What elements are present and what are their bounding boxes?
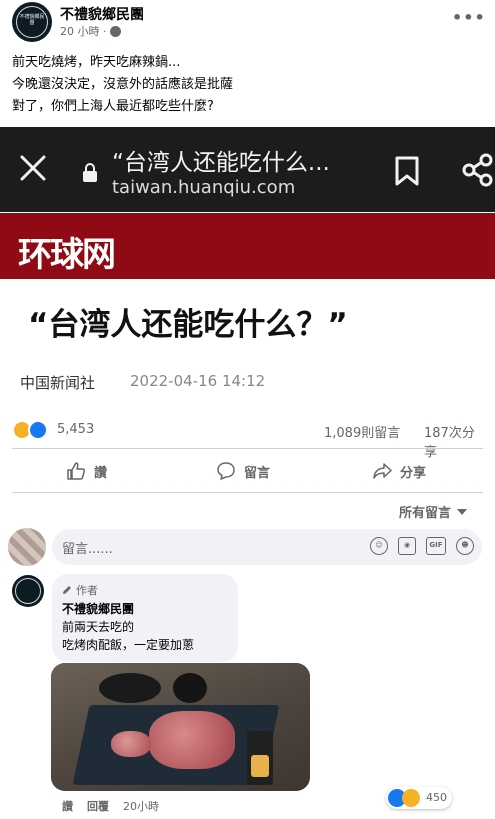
post-line: 對了，你們上海人最近都吃些什麼?: [12, 99, 214, 114]
comment-button-label: 留言: [244, 465, 271, 481]
comment-reply-link[interactable]: 回覆: [87, 798, 109, 814]
chevron-down-icon: [457, 508, 468, 515]
photo-pot: [173, 673, 207, 703]
shared-screenshot-image[interactable]: “台湾人还能吃什么... taiwan.huanqiu.com 环球网 “台湾人…: [0, 127, 495, 409]
page-name[interactable]: 不禮貌鄉民團: [60, 4, 144, 24]
share-button[interactable]: 分享: [372, 454, 426, 488]
pencil-icon: [63, 586, 71, 594]
brand-logo: 环球网: [18, 235, 116, 275]
photo-meat: [111, 731, 151, 757]
comment-time[interactable]: 20小時: [123, 798, 159, 814]
author-badge: 作者: [62, 582, 98, 598]
divider: [12, 448, 483, 449]
composer-tools: ☺ ◉ GIF ☻: [370, 537, 474, 555]
photo-bowl: [99, 673, 161, 703]
share-icon: [462, 153, 493, 187]
reaction-count[interactable]: 5,453: [57, 422, 94, 437]
avatar-blur: [8, 528, 46, 566]
comment-bubble: 作者 不禮貌鄉民團 前兩天去吃的 吃烤肉配飯，一定要加蔥: [52, 574, 238, 662]
comment-reaction-count: 450: [426, 791, 447, 804]
divider: [12, 492, 483, 493]
reactions-row: 5,453 1,089則留言 187次分享: [12, 418, 483, 460]
comment-actions: 讚 回覆 20小時: [62, 798, 159, 814]
comment-like-link[interactable]: 讚: [62, 798, 73, 814]
bookmark-icon: [395, 156, 419, 186]
post-time[interactable]: 20 小時 ·: [60, 23, 107, 39]
comment-reactions[interactable]: 450: [386, 787, 452, 809]
like-button-label: 讚: [94, 465, 108, 481]
like-button[interactable]: 讚: [66, 454, 107, 488]
avatar-text: 不禮貌鄉民團: [19, 14, 45, 26]
share-arrow-icon: [373, 463, 392, 479]
sticker-icon[interactable]: ☻: [456, 537, 474, 555]
globe-icon: [109, 25, 121, 37]
browser-bar: “台湾人还能吃什么... taiwan.huanqiu.com: [0, 127, 495, 212]
comment-count[interactable]: 1,089則留言: [324, 422, 400, 441]
page-avatar[interactable]: 不禮貌鄉民團: [12, 2, 52, 42]
post-meta: 20 小時 ·: [60, 23, 121, 39]
post-text: 前天吃燒烤，昨天吃麻辣鍋... 今晚還沒決定，沒意外的話應該是批薩 對了，你們上…: [12, 52, 233, 118]
comment-photo[interactable]: [51, 663, 310, 791]
photo-egg: [251, 755, 269, 777]
gif-icon[interactable]: GIF: [426, 537, 446, 555]
post-line: 今晚還沒決定，沒意外的話應該是批薩: [12, 77, 234, 92]
comment-author[interactable]: 不禮貌鄉民團: [62, 600, 134, 617]
brand-bar: 环球网: [0, 213, 495, 279]
article-title: “台湾人还能吃什么？”: [28, 307, 348, 343]
comment-input-placeholder: 留言......: [62, 542, 113, 557]
comment-sort-label: 所有留言: [399, 506, 452, 521]
article-source: 中国新闻社: [20, 374, 96, 392]
post-header: 不禮貌鄉民團 不禮貌鄉民團 20 小時 · •••: [0, 0, 495, 42]
comment-sort-dropdown[interactable]: 所有留言: [399, 502, 468, 521]
photo-meat: [149, 711, 235, 769]
like-icon: [28, 420, 48, 440]
share-button-label: 分享: [400, 465, 427, 481]
comment-line: 前兩天去吃的: [62, 620, 135, 634]
lock-icon: [83, 163, 97, 182]
reaction-icons[interactable]: [12, 418, 52, 440]
user-avatar[interactable]: [8, 528, 46, 566]
thumbs-up-icon: [67, 462, 86, 480]
more-options-icon[interactable]: •••: [452, 8, 486, 27]
article-date: 2022-04-16 14:12: [130, 372, 266, 390]
haha-icon: [402, 789, 420, 807]
post-line: 前天吃燒烤，昨天吃麻辣鍋...: [12, 55, 181, 70]
comment-line: 吃烤肉配飯，一定要加蔥: [62, 638, 195, 652]
camera-icon[interactable]: ◉: [398, 537, 416, 555]
avatar-ring: [15, 578, 41, 604]
comment-icon: [217, 462, 235, 480]
browser-title: “台湾人还能吃什么...: [112, 150, 330, 176]
action-row: 讚 留言 分享: [12, 454, 483, 488]
comment-input[interactable]: 留言...... ☺ ◉ GIF ☻: [52, 529, 482, 565]
browser-url: taiwan.huanqiu.com: [112, 177, 296, 198]
comment-text: 前兩天去吃的 吃烤肉配飯，一定要加蔥: [62, 618, 194, 654]
comment-author-avatar[interactable]: [12, 575, 44, 607]
author-badge-label: 作者: [76, 584, 98, 597]
close-icon: [20, 155, 46, 181]
comment-button[interactable]: 留言: [216, 454, 270, 488]
emoji-icon[interactable]: ☺: [370, 537, 388, 555]
